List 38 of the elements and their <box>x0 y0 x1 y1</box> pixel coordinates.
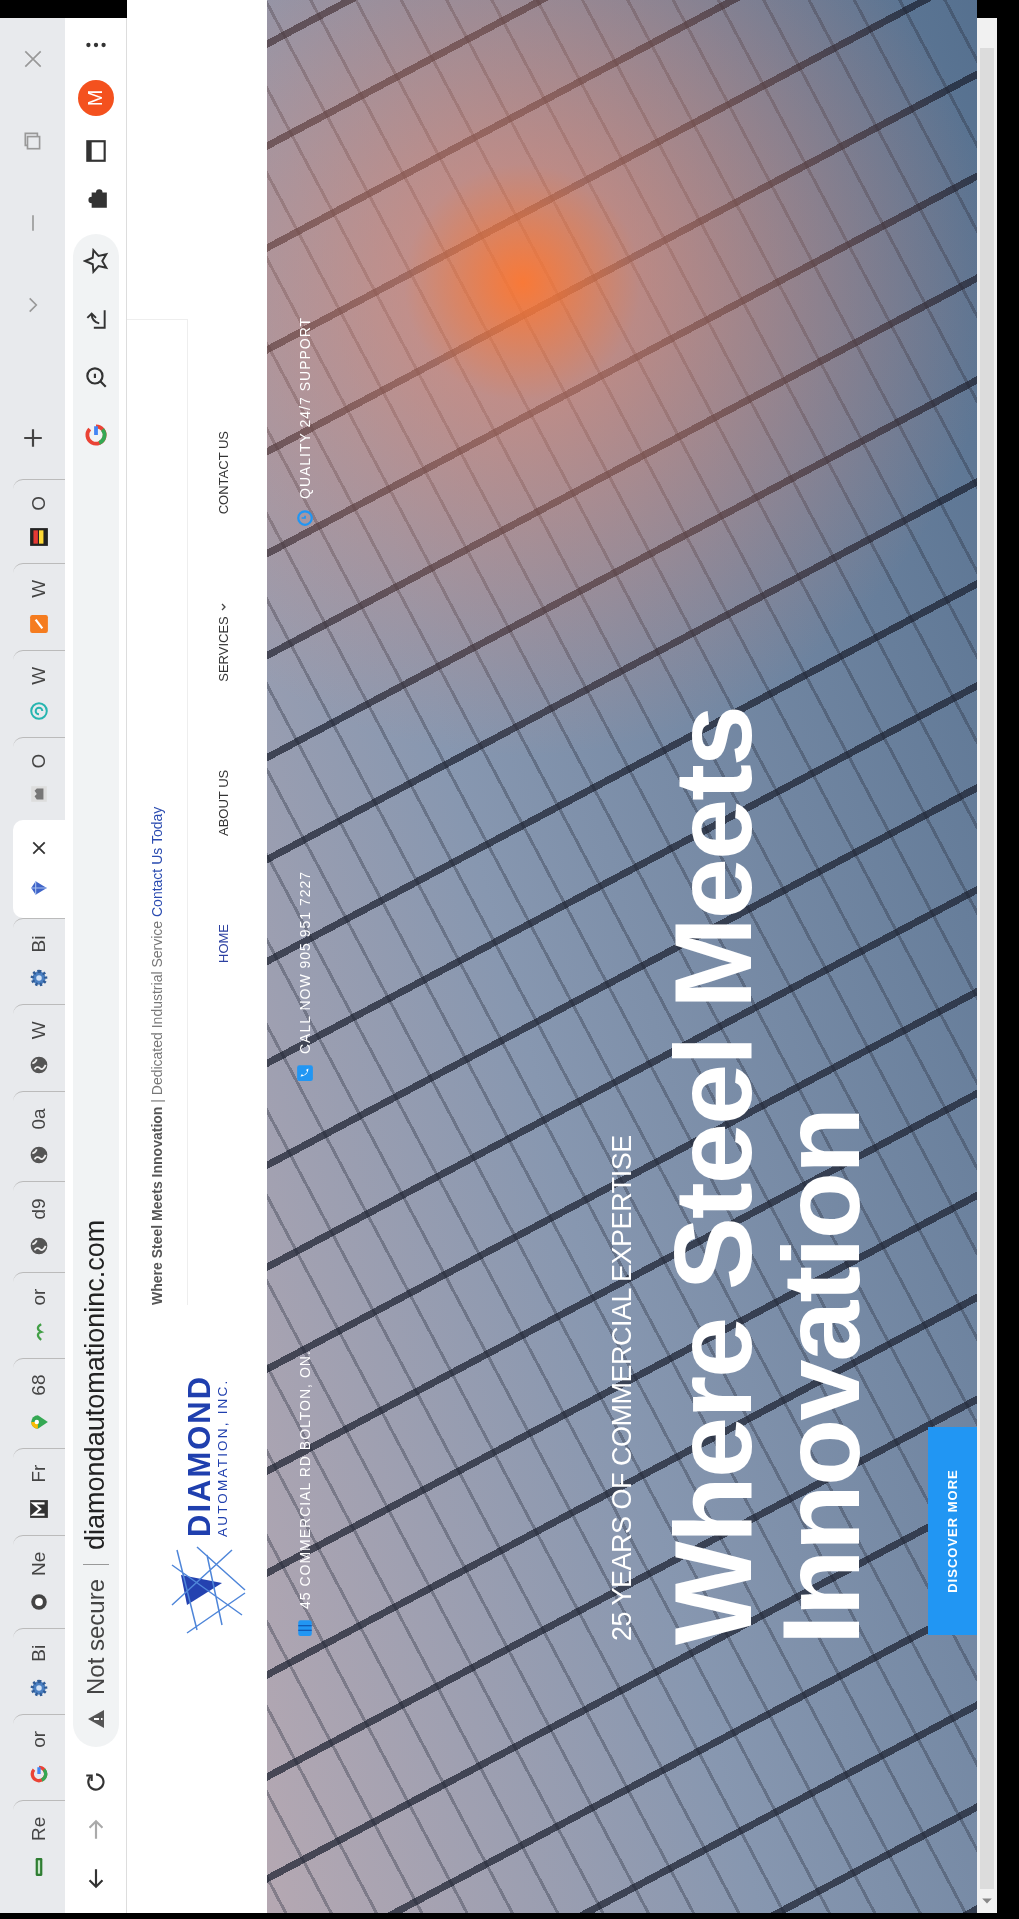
contact-link[interactable]: Contact Us Today <box>149 806 165 917</box>
globe-icon <box>29 1235 49 1256</box>
address-field[interactable]: Not secure diamondautomationinc.com <box>72 234 119 1747</box>
star-icon[interactable] <box>82 248 109 274</box>
globe-icon <box>29 1055 49 1076</box>
url-text: diamondautomationinc.com <box>80 1219 111 1550</box>
clock-icon <box>296 509 314 527</box>
letter-g-icon <box>29 1763 49 1784</box>
info-text: CALL NOW 905 951 7227 <box>297 870 313 1054</box>
letter-g-icon[interactable] <box>82 422 109 448</box>
gear-icon <box>29 1677 49 1698</box>
document-icon <box>29 784 49 805</box>
globe-icon <box>29 1145 49 1166</box>
nav-link[interactable]: HOME <box>216 924 231 963</box>
nav-link[interactable]: SERVICES <box>216 602 231 682</box>
swirl-icon <box>29 700 49 721</box>
hero-subtitle: 25 YEARS OF COMMERCIAL EXPERTISE <box>606 1134 638 1641</box>
horizontal-scrollbar[interactable] <box>977 18 997 1913</box>
map-icon <box>296 1619 314 1637</box>
nav-link[interactable]: ABOUT US <box>216 769 231 836</box>
info-text: 45 COMMERCIAL RD BOLTON, ON. <box>297 1350 313 1609</box>
nav-link[interactable]: CONTACT US <box>216 430 231 515</box>
flag-icon <box>29 526 49 547</box>
gear-icon <box>29 968 49 989</box>
logo-subtitle: AUTOMATION, INC. <box>214 1378 230 1537</box>
ring-icon <box>29 1591 49 1612</box>
letter-m-icon <box>29 1498 49 1519</box>
logo-wordmark: DIAMOND <box>184 1374 215 1537</box>
close-icon[interactable] <box>31 840 47 857</box>
browser-tab[interactable] <box>13 820 65 919</box>
info-text: QUALITY 24/7 SUPPORT <box>297 316 313 499</box>
tag-icon <box>29 613 49 634</box>
security-label: Not secure <box>81 1578 110 1695</box>
new-tab-icon[interactable] <box>21 427 44 450</box>
hero-heading: Innovation <box>767 1108 875 1645</box>
phone-icon <box>296 1064 314 1082</box>
hero-heading: Where Steel Meets <box>659 707 767 1645</box>
tagline-text: Where Steel Meets Innovation | Dedicated Industrial Service Contact Us Today <box>149 806 165 1305</box>
